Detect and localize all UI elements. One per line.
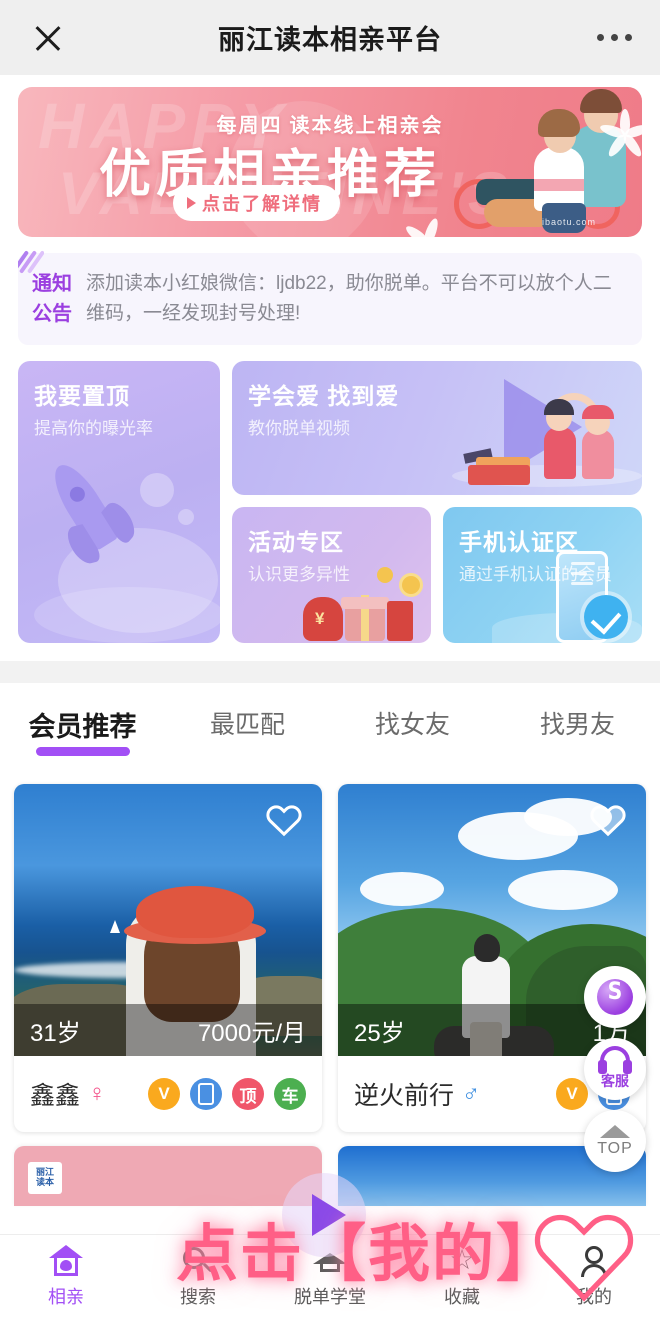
rider-front-stripe (534, 179, 584, 191)
member-list-next-row: 丽江 读本 (0, 1132, 660, 1206)
banner-section: HAPPY VALENTINE'S 每周四 读本线上相亲会 优质相亲推荐 点击了… (0, 75, 660, 237)
member-photo[interactable]: 31岁 7000元/月 (14, 784, 322, 1056)
gift-lid (341, 597, 389, 609)
banner-watermark: ibaotu.com (541, 217, 596, 227)
person-head (474, 934, 500, 962)
member-name-1: 逆火前行 (354, 1082, 455, 1110)
mini-program-button[interactable] (584, 966, 646, 1028)
banner-cta-button[interactable]: 点击了解详情 (173, 185, 340, 221)
notice-ribbon-icon (18, 249, 44, 275)
tab-find-girlfriend[interactable]: 找女友 (330, 705, 495, 744)
bottom-navigation: 相亲 搜索 脱单学堂 ☆ 收藏 我的 (0, 1234, 660, 1319)
search-icon (181, 1245, 215, 1277)
couple-illustration (523, 393, 628, 479)
badge-phone-icon (190, 1078, 222, 1110)
bubble-icon-1 (140, 473, 174, 507)
member-age-0: 31岁 (30, 1019, 81, 1047)
member-info-row: 鑫鑫 ♀ V 顶 车 (14, 1056, 322, 1132)
close-icon[interactable] (28, 18, 68, 58)
notice-label: 通知 公告 (32, 269, 72, 329)
arrow-up-icon (600, 1124, 630, 1138)
feature-subtitle-3: 通过手机认证的会员 (459, 565, 612, 584)
notice-board[interactable]: 通知 公告 添加读本小红娘微信：ljdb22，助你脱单。平台不可以放个人二维码，… (18, 250, 642, 345)
badge-car-icon: 车 (274, 1078, 306, 1110)
favorite-heart-icon[interactable] (588, 800, 628, 840)
notice-text: 添加读本小红娘微信：ljdb22，助你脱单。平台不可以放个人二维码，一经发现封号… (86, 273, 612, 324)
member-tabs: 会员推荐 最匹配 找女友 找男友 (0, 683, 660, 754)
feature-title-2: 活动专区 (248, 529, 344, 555)
tab-label-2: 找女友 (374, 711, 450, 739)
home-heart-icon (49, 1245, 83, 1277)
feature-card-top-listing[interactable]: 我要置顶 提高你的曝光率 (18, 361, 220, 643)
promo-banner[interactable]: HAPPY VALENTINE'S 每周四 读本线上相亲会 优质相亲推荐 点击了… (18, 87, 642, 237)
member-photo-strip: 31岁 7000元/月 (14, 1004, 322, 1056)
user-icon (577, 1245, 611, 1277)
person-hat (136, 886, 254, 938)
feature-grid: 我要置顶 提高你的曝光率 学会爱 找到爱 教你脱单视频 活动专区 认识更多异性 … (0, 345, 660, 661)
member-age-1: 25岁 (354, 1019, 405, 1047)
gender-symbol-male: ♂ (462, 1080, 481, 1107)
bubble-icon-2 (178, 509, 194, 525)
floating-action-buttons: 客服 TOP (584, 966, 646, 1172)
check-circle-icon (584, 595, 628, 639)
tab-label-0: 会员推荐 (28, 712, 137, 742)
member-badges-0: V 顶 车 (148, 1078, 306, 1110)
nav-label-0: 相亲 (48, 1287, 84, 1307)
more-options-icon[interactable] (597, 34, 632, 41)
money-bag-icon (303, 597, 343, 641)
feature-card-activities[interactable]: 活动专区 认识更多异性 (232, 507, 431, 643)
app-header: 丽江读本相亲平台 (0, 0, 660, 75)
notice-label-line2: 公告 (32, 303, 72, 325)
nav-item-dating[interactable]: 相亲 (0, 1235, 132, 1319)
nav-label-4: 我的 (576, 1287, 612, 1307)
book-icon-1 (468, 465, 530, 485)
nav-item-school[interactable]: 脱单学堂 (264, 1235, 396, 1319)
banner-illustration: ibaotu.com (403, 87, 642, 237)
tab-member-recommend[interactable]: 会员推荐 (0, 705, 165, 744)
page-title: 丽江读本相亲平台 (218, 25, 442, 55)
section-divider (0, 661, 660, 683)
tab-find-boyfriend[interactable]: 找男友 (495, 705, 660, 744)
badge-top-icon: 顶 (232, 1078, 264, 1110)
headset-icon (598, 1045, 632, 1074)
feature-card-love-videos[interactable]: 学会爱 找到爱 教你脱单视频 (232, 361, 642, 495)
member-income-0: 7000元/月 (197, 1019, 306, 1047)
nav-item-profile[interactable]: 我的 (528, 1235, 660, 1319)
star-icon: ☆ (449, 1244, 475, 1275)
member-name-0: 鑫鑫 (30, 1082, 81, 1110)
member-list: 31岁 7000元/月 鑫鑫 ♀ V 顶 车 25岁 1万 逆火前行 ♂ V (0, 754, 660, 1132)
feature-title-3: 手机认证区 (459, 529, 579, 555)
graduation-cap-icon (313, 1245, 347, 1277)
feature-card-phone-verified[interactable]: 手机认证区 通过手机认证的会员 (443, 507, 642, 643)
back-to-top-label: TOP (597, 1139, 633, 1157)
member-card[interactable]: 31岁 7000元/月 鑫鑫 ♀ V 顶 车 (14, 784, 322, 1132)
gender-symbol-female: ♀ (88, 1080, 107, 1107)
member-card-peek-left[interactable]: 丽江 读本 (14, 1146, 322, 1206)
nav-label-3: 收藏 (444, 1287, 480, 1307)
rider-back-hair (580, 89, 622, 113)
feature-subtitle-0: 提高你的曝光率 (34, 419, 153, 438)
mini-program-icon (597, 979, 633, 1015)
nav-item-search[interactable]: 搜索 (132, 1235, 264, 1319)
publication-logo-icon: 丽江 读本 (28, 1162, 62, 1194)
notice-section: 通知 公告 添加读本小红娘微信：ljdb22，助你脱单。平台不可以放个人二维码，… (0, 237, 660, 345)
feature-title-0: 我要置顶 (34, 383, 130, 409)
tab-label-3: 找男友 (539, 711, 615, 739)
tab-label-1: 最匹配 (209, 711, 285, 739)
customer-service-button[interactable]: 客服 (584, 1038, 646, 1100)
red-envelope-icon (387, 601, 413, 641)
nav-label-1: 搜索 (180, 1287, 216, 1307)
nav-item-collect[interactable]: ☆ 收藏 (396, 1235, 528, 1319)
back-to-top-button[interactable]: TOP (584, 1110, 646, 1172)
nav-label-2: 脱单学堂 (294, 1287, 366, 1307)
badge-verified-icon: V (148, 1078, 180, 1110)
favorite-heart-icon[interactable] (264, 800, 304, 840)
customer-service-label: 客服 (601, 1072, 629, 1089)
feature-subtitle-2: 认识更多异性 (248, 565, 350, 584)
tab-best-match[interactable]: 最匹配 (165, 705, 330, 744)
rider-front-hair (538, 109, 580, 137)
sailboat-shape (110, 920, 120, 933)
